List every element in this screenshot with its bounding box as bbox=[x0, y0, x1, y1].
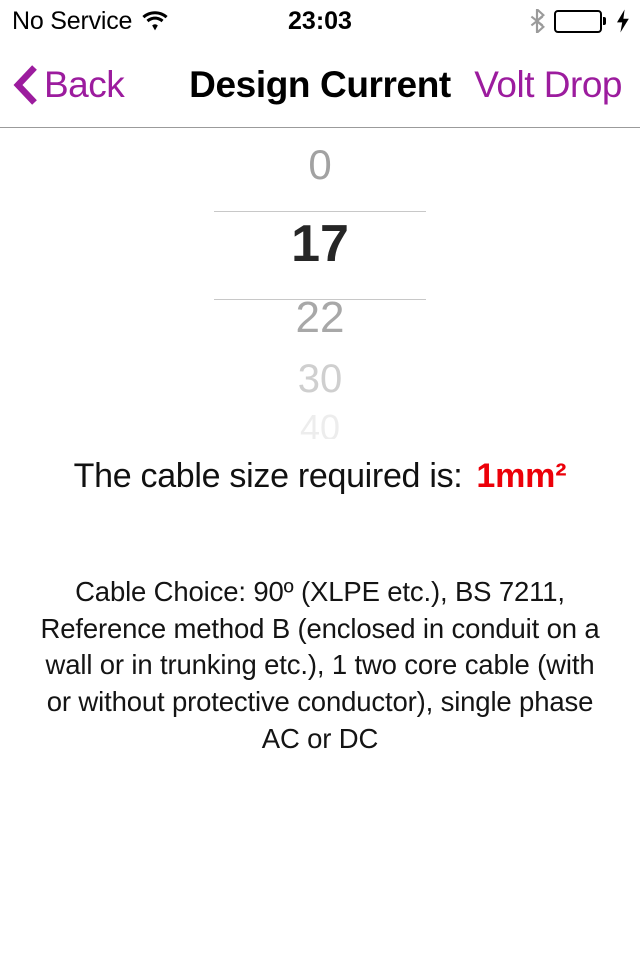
picker-row[interactable]: 40 bbox=[0, 408, 640, 440]
picker-row[interactable]: 30 bbox=[0, 350, 640, 408]
picker-rows[interactable]: 0 17 22 30 40 bbox=[0, 129, 640, 440]
picker-row[interactable]: 22 bbox=[0, 286, 640, 350]
battery-cap bbox=[602, 17, 606, 25]
page-title: Design Current bbox=[189, 64, 451, 105]
picker-selection-line-top bbox=[214, 211, 426, 212]
battery-body bbox=[554, 9, 602, 33]
cable-choice-description: Cable Choice: 90º (XLPE etc.), BS 7211, … bbox=[40, 576, 600, 754]
lightning-bolt-icon bbox=[615, 9, 630, 33]
navigation-bar: Back Design Current Volt Drop bbox=[0, 42, 640, 128]
bluetooth-icon bbox=[530, 9, 545, 33]
volt-drop-button[interactable]: Volt Drop bbox=[474, 42, 622, 127]
back-button-label: Back bbox=[44, 64, 125, 105]
result-label: The cable size required is: bbox=[73, 457, 463, 495]
picker-selection-line-bottom bbox=[214, 299, 426, 300]
picker-row-selected[interactable]: 17 bbox=[0, 201, 640, 286]
chevron-left-icon bbox=[12, 64, 38, 106]
back-button[interactable]: Back bbox=[12, 42, 125, 127]
app-screen: No Service 23:03 Back Design Current Vol… bbox=[0, 0, 640, 960]
status-bar: No Service 23:03 bbox=[0, 0, 640, 42]
status-bar-right bbox=[530, 0, 630, 42]
result-row: The cable size required is: 1mm² bbox=[0, 456, 640, 497]
clock-label: 23:03 bbox=[288, 6, 352, 35]
volt-drop-button-label: Volt Drop bbox=[474, 64, 622, 105]
result-value: 1mm² bbox=[476, 457, 567, 495]
design-current-picker[interactable]: 0 17 22 30 40 bbox=[0, 129, 640, 439]
picker-row[interactable]: 0 bbox=[0, 129, 640, 201]
battery-icon bbox=[554, 9, 606, 33]
